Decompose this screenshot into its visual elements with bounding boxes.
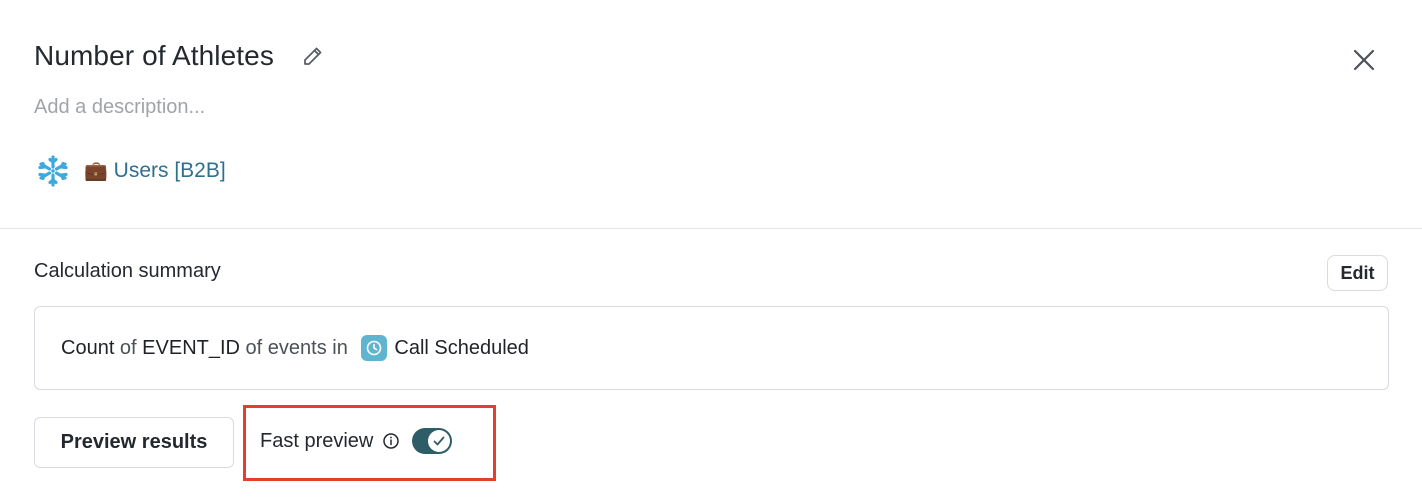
of-text: of [114,336,143,359]
events-in-text: of events in [239,336,354,359]
event-name: Call Scheduled [394,336,529,359]
description-placeholder[interactable]: Add a description... [34,96,205,119]
info-icon[interactable] [382,432,400,450]
source-link[interactable]: Users [B2B] [114,159,226,183]
fast-preview-toggle[interactable] [412,428,453,454]
edit-button[interactable]: Edit [1327,255,1388,291]
check-icon [428,430,451,452]
snowflake-icon [36,154,70,188]
field-label: EVENT_ID [142,336,240,359]
title-row: Number of Athletes [34,40,326,72]
divider [0,228,1422,229]
clock-icon [361,335,388,361]
aggregation-label: Count [61,336,115,359]
calculation-summary-title: Calculation summary [34,260,221,282]
calculation-summary-box: Count of EVENT_ID of events in Call Sche… [34,306,1389,390]
metric-panel: Number of Athletes Add a description... … [0,0,1422,500]
fast-preview-label: Fast preview [260,429,374,452]
close-icon[interactable] [1350,46,1378,74]
preview-results-button[interactable]: Preview results [34,417,234,468]
pencil-icon[interactable] [300,43,326,69]
briefcase-icon: 💼 [84,160,108,182]
source-row: 💼 Users [B2B] [36,154,226,188]
page-title: Number of Athletes [34,40,274,71]
fast-preview-row: Fast preview [260,428,453,454]
